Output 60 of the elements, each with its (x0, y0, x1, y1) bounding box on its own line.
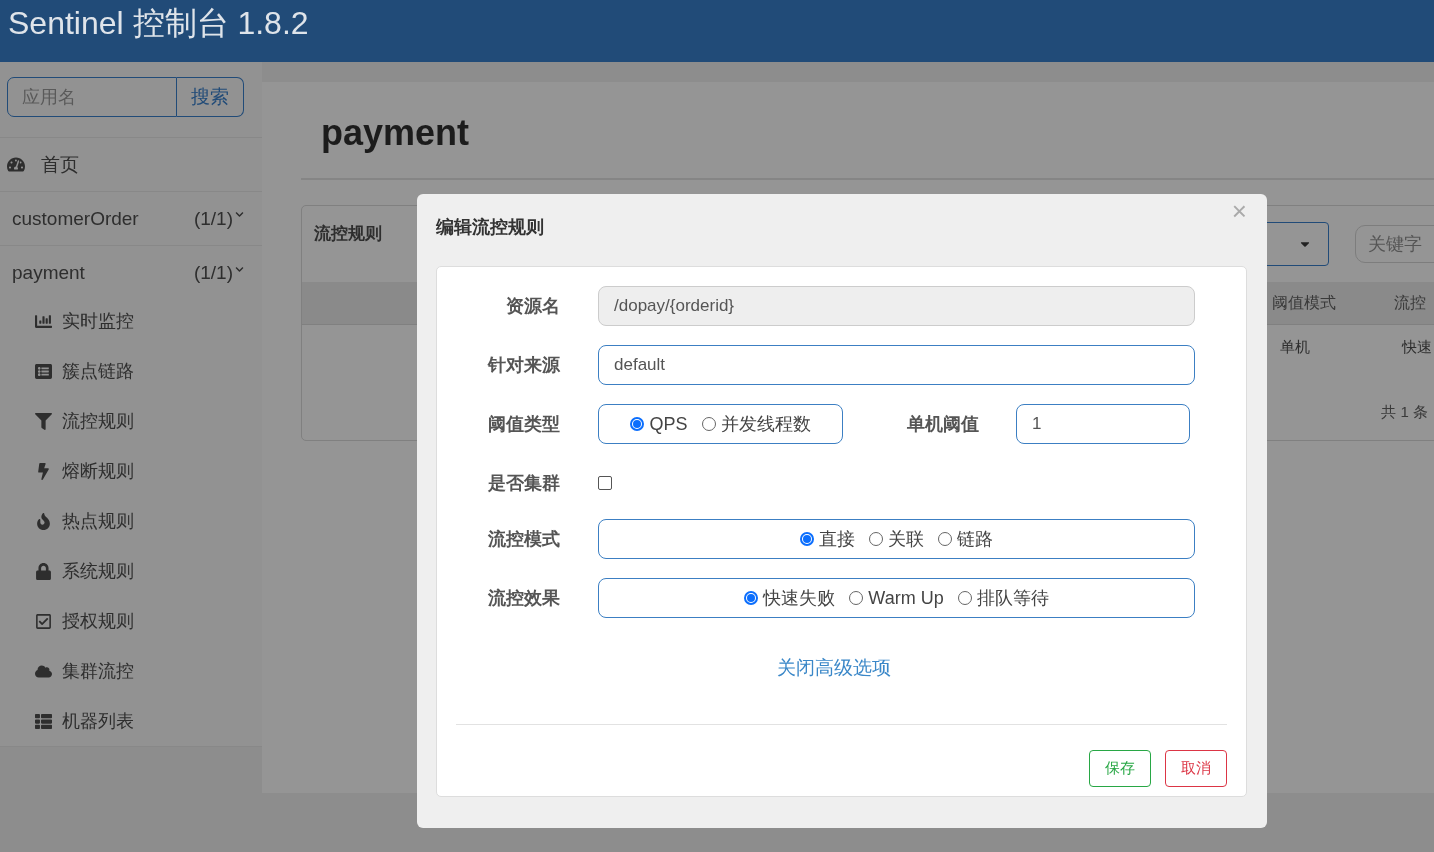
table-cell: 快速 (1402, 337, 1432, 357)
column-header: 流控 (1394, 292, 1426, 313)
field-label: 阈值类型 (487, 413, 560, 436)
chevron-down-icon[interactable] (235, 210, 244, 219)
cancel-button[interactable]: 取消 (1165, 750, 1227, 787)
field-label: 流控效果 (487, 587, 560, 610)
checkbox[interactable] (598, 476, 612, 490)
radio-label[interactable]: Warm Up (868, 587, 944, 609)
menu-icon (34, 362, 52, 380)
menu-item[interactable]: 集群流控 (62, 659, 134, 683)
menu-item[interactable]: 流控规则 (62, 409, 134, 433)
field-label: 资源名 (505, 295, 560, 318)
menu-item[interactable]: 熔断规则 (62, 459, 134, 483)
radio-label[interactable]: QPS (649, 413, 688, 435)
menu-icon (34, 312, 52, 330)
menu-icon (34, 612, 52, 630)
radio-label[interactable]: 关联 (888, 527, 924, 551)
page-title: payment (301, 82, 1434, 180)
save-button[interactable]: 保存 (1089, 750, 1151, 787)
menu-item[interactable]: 机器列表 (62, 709, 134, 733)
radio-label[interactable]: 快速失败 (763, 586, 836, 610)
table-cell: 单机 (1280, 337, 1310, 357)
menu-item[interactable]: 热点规则 (62, 509, 134, 533)
threshold-field[interactable]: 1 (1016, 404, 1190, 444)
menu-icon (34, 512, 52, 530)
machine-count: (1/1) (193, 262, 233, 284)
machine-count: (1/1) (193, 207, 233, 230)
card-title: 流控规则 (314, 222, 382, 245)
menu-icon (34, 712, 52, 730)
radio-label[interactable]: 链路 (957, 527, 993, 551)
record-count: 共 1 条 (1381, 403, 1428, 422)
chevron-down-icon[interactable] (235, 264, 244, 274)
menu-icon (34, 412, 52, 430)
radio-button[interactable] (630, 417, 645, 431)
app-title: Sentinel 控制台 1.8.2 (8, 4, 309, 43)
field-label: 针对来源 (486, 354, 560, 377)
column-header: 阈值模式 (1272, 292, 1336, 313)
search-button[interactable]: 搜索 (177, 77, 244, 117)
advanced-options-link[interactable]: 关闭高级选项 (776, 655, 891, 679)
radio-button[interactable] (744, 591, 759, 605)
text-field[interactable]: default (598, 345, 1195, 385)
field-label: 单机阈值 (907, 413, 979, 436)
radio-label[interactable]: 直接 (819, 527, 855, 551)
radio-button[interactable] (800, 532, 814, 546)
menu-item[interactable]: 授权规则 (62, 609, 134, 633)
menu-item[interactable]: 系统规则 (62, 559, 134, 583)
menu-icon (34, 562, 52, 580)
app-name[interactable]: customerOrder (12, 207, 139, 230)
radio-label[interactable]: 并发线程数 (720, 412, 811, 436)
menu-item[interactable]: 实时监控 (62, 309, 134, 333)
field-label: 流控模式 (487, 528, 560, 551)
app-search-field[interactable]: 应用名 (7, 77, 177, 117)
radio-label[interactable]: 排队等待 (976, 586, 1049, 610)
gauge-icon (7, 155, 25, 174)
menu-item[interactable]: 簇点链路 (62, 359, 134, 383)
app-name[interactable]: payment (12, 262, 85, 284)
field-label: 是否集群 (487, 472, 560, 495)
home-menu-item[interactable]: 首页 (41, 151, 79, 178)
keyword-field[interactable]: 关键字 (1355, 225, 1434, 263)
dialog-title: 编辑流控规则 (436, 216, 544, 239)
